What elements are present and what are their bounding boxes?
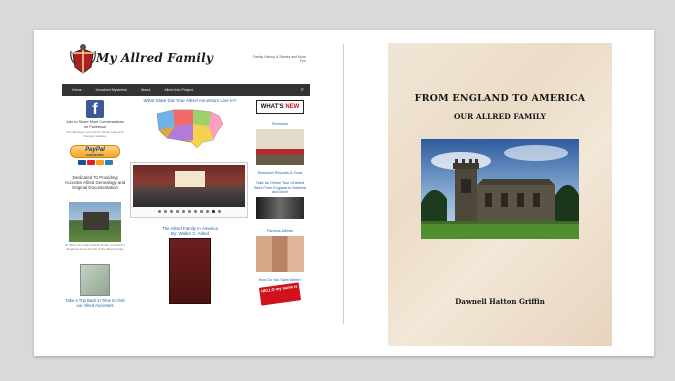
church-photo	[421, 139, 579, 239]
book-cover: FROM ENGLAND TO AMERICA OUR ALLRED FAMIL…	[388, 43, 612, 346]
slider-photo	[133, 165, 245, 207]
map-question-link[interactable]: What State Did Your Allred Ancestors Liv…	[130, 98, 250, 103]
online-tour-link[interactable]: Take an Online Tour of Allred Sites From…	[252, 181, 308, 195]
church-caption: St. Mary the Virgin Church Burton Leonar…	[65, 243, 125, 252]
church-thumbnail[interactable]	[69, 202, 121, 243]
whats-new-text: WHAT'S	[260, 104, 284, 110]
site-header: My Allred Family Family History & Storie…	[62, 38, 310, 82]
site-title[interactable]: My Allred Family	[96, 51, 213, 65]
slider-dot[interactable]	[205, 210, 209, 213]
nav-about[interactable]: About	[141, 88, 150, 92]
hello-name-tag[interactable]: HELLO my name is	[258, 282, 302, 306]
cover-author: Dawnell Hatton Griffin	[455, 297, 545, 306]
book-link-author: By: Walter C. Allred	[171, 231, 209, 236]
family-crest-icon	[70, 44, 96, 74]
slider-dot[interactable]	[169, 210, 173, 213]
us-map-image[interactable]	[153, 104, 227, 150]
whats-new-highlight: NEW	[285, 104, 300, 110]
slider-dot[interactable]	[193, 210, 197, 213]
left-column: f Join to Share More Conversations on Fa…	[64, 100, 126, 308]
website-screenshot: My Allred Family Family History & Storie…	[62, 38, 310, 346]
time-travel-link[interactable]: Take a Trip Back in Time to Visit our Al…	[64, 298, 126, 308]
photo-slider[interactable]	[130, 162, 248, 218]
slider-dot[interactable]	[181, 210, 185, 213]
reunion-banner-image[interactable]	[256, 128, 304, 165]
allred-family-book-link[interactable]: The Allred Family In America By: Walter …	[130, 226, 250, 236]
slider-dot[interactable]	[199, 210, 203, 213]
tour-video-thumbnail[interactable]	[256, 196, 304, 219]
famous-allreds-photos[interactable]	[256, 235, 304, 272]
nav-allred-info-project[interactable]: Allred Info Project	[164, 88, 192, 92]
slider-dot[interactable]	[217, 210, 221, 213]
book-cover-thumbnail[interactable]	[169, 238, 211, 304]
dedicated-text: Dedicated To Providing Accurate Allred G…	[64, 174, 126, 191]
credit-card-icons	[64, 159, 126, 165]
slider-dot[interactable]	[187, 210, 191, 213]
search-icon[interactable]: ⌕	[301, 86, 304, 94]
paypal-sublabel: DONATE NOW	[86, 153, 104, 157]
nav-unsolved-mysteries[interactable]: Unsolved Mysteries	[96, 88, 127, 92]
time-travel-thumbnail[interactable]	[80, 263, 110, 296]
paypal-label: PayPal	[85, 146, 105, 153]
middle-column: What State Did Your Allred Ancestors Liv…	[130, 98, 250, 304]
right-column: WHAT'S NEW Reunions Research Records & T…	[252, 98, 308, 306]
nav-home[interactable]: Home	[72, 88, 82, 92]
paypal-donate-button[interactable]: PayPal DONATE NOW	[70, 144, 120, 158]
slide-divider	[343, 44, 344, 324]
facebook-text[interactable]: Join to Share More Conversations on Face…	[64, 120, 126, 129]
famous-allreds-link[interactable]: Famous Allreds	[252, 229, 308, 234]
research-records-link[interactable]: Research Records & Tools	[252, 171, 308, 176]
facebook-subtext: The Members only link for family news an…	[66, 130, 124, 138]
facebook-icon[interactable]: f	[86, 100, 104, 118]
whats-new-badge[interactable]: WHAT'S NEW	[256, 100, 304, 114]
reunions-link[interactable]: Reunions	[252, 122, 308, 127]
slider-dot[interactable]	[211, 210, 215, 213]
slider-dots[interactable]	[133, 210, 245, 213]
spell-allred-link[interactable]: How Do You Spell Allred?	[252, 278, 308, 283]
cover-title: FROM ENGLAND TO AMERICA	[414, 93, 586, 104]
slider-dot[interactable]	[163, 210, 167, 213]
slider-dot[interactable]	[157, 210, 161, 213]
slider-dot[interactable]	[175, 210, 179, 213]
cover-subtitle: OUR ALLRED FAMILY	[453, 112, 546, 121]
site-nav-bar: Home Unsolved Mysteries About Allred Inf…	[62, 84, 310, 96]
site-tagline: Family History & Stories and More Fun	[252, 55, 306, 63]
